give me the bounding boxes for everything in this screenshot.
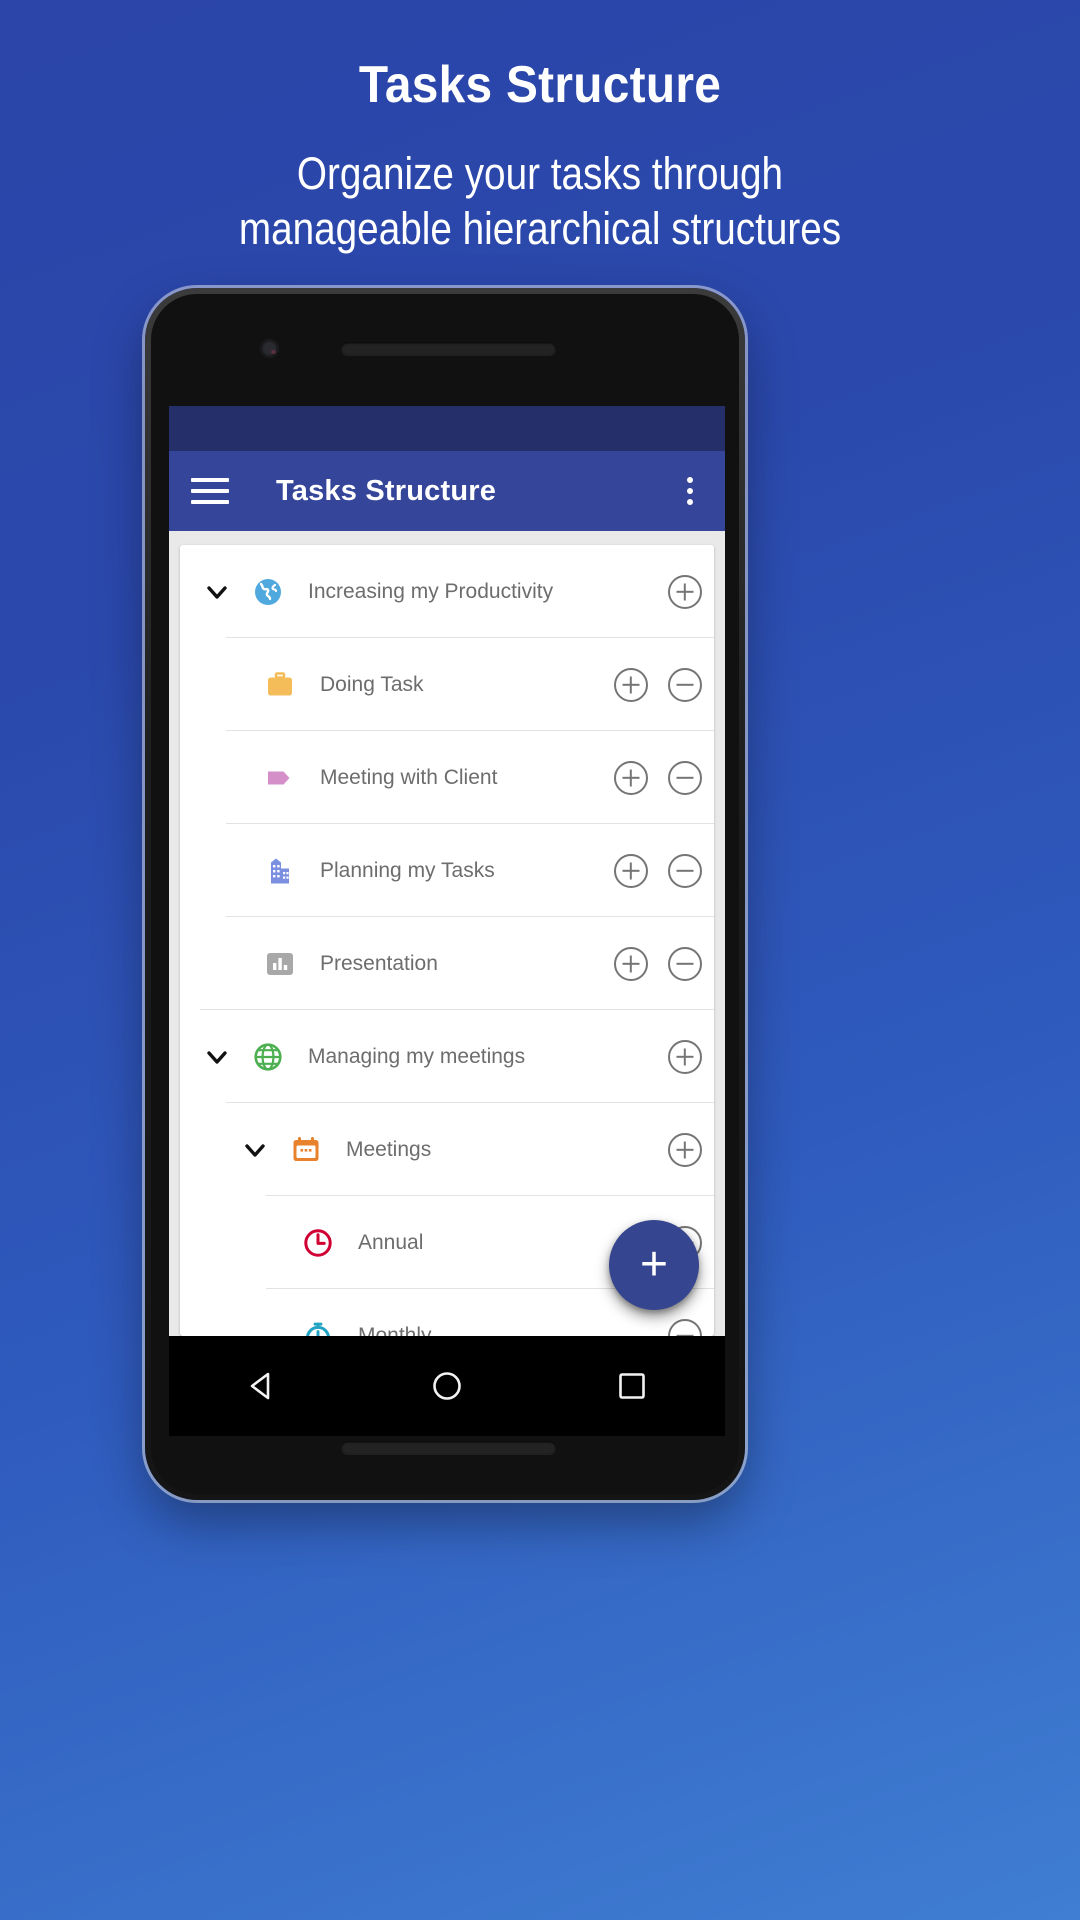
tree-row-label: Presentation: [320, 951, 438, 975]
tree-row[interactable]: Increasing my Productivity: [180, 545, 714, 638]
tree-row-label: Meetings: [346, 1137, 432, 1161]
add-child-icon[interactable]: [614, 853, 648, 888]
chevron-down-icon[interactable]: [202, 1042, 232, 1072]
remove-item-icon[interactable]: [668, 946, 702, 981]
office-building-icon: [260, 851, 300, 891]
home-circle-icon[interactable]: [402, 1356, 492, 1416]
tree-row-label: Monthly: [358, 1323, 432, 1337]
add-task-fab[interactable]: +: [609, 1220, 699, 1310]
promo-subtitle: Organize your tasks through manageable h…: [76, 147, 1005, 257]
briefcase-icon: [260, 665, 300, 705]
row-actions: [668, 1039, 702, 1074]
add-child-icon[interactable]: [668, 1039, 702, 1074]
tree-row-label: Doing Task: [320, 672, 424, 696]
promo-header: Tasks Structure Organize your tasks thro…: [0, 0, 1080, 257]
chevron-down-icon[interactable]: [202, 577, 232, 607]
row-actions: [668, 1132, 702, 1167]
globe-americas-icon: [248, 572, 288, 612]
tasks-tree-card: Increasing my Productivity Doing Task Mee…: [180, 545, 714, 1336]
tasks-tree-list: Increasing my Productivity Doing Task Mee…: [180, 545, 714, 1336]
stopwatch-icon: [298, 1316, 338, 1336]
bar-chart-icon: [260, 944, 300, 984]
row-actions: [614, 853, 702, 888]
add-child-icon[interactable]: [614, 760, 648, 795]
tag-label-icon: [260, 758, 300, 798]
tree-row[interactable]: Meeting with Client: [180, 731, 714, 824]
bottom-speaker: [341, 1441, 556, 1454]
clock-icon: [298, 1223, 338, 1263]
remove-item-icon[interactable]: [668, 853, 702, 888]
page-title: Tasks Structure: [358, 56, 722, 114]
phone-mockup: Tasks Structure Increasing my Productivi…: [145, 288, 745, 1500]
tree-row[interactable]: Planning my Tasks: [180, 824, 714, 917]
tree-row[interactable]: Presentation: [180, 917, 714, 1010]
front-camera-icon: [261, 340, 278, 357]
phone-body: Tasks Structure Increasing my Productivi…: [151, 294, 739, 1494]
tree-row[interactable]: Doing Task: [180, 638, 714, 731]
remove-item-icon[interactable]: [668, 667, 702, 702]
calendar-icon: [286, 1130, 326, 1170]
add-child-icon[interactable]: [614, 946, 648, 981]
row-actions: [668, 1318, 702, 1336]
remove-item-icon[interactable]: [668, 760, 702, 795]
status-bar: [169, 406, 725, 451]
phone-screen: Tasks Structure Increasing my Productivi…: [169, 406, 725, 1336]
app-toolbar: Tasks Structure: [169, 451, 725, 531]
row-actions: [614, 667, 702, 702]
add-child-icon[interactable]: [668, 1132, 702, 1167]
promo-subtitle-line-1: Organize your tasks through: [296, 148, 784, 199]
recents-square-icon[interactable]: [587, 1356, 677, 1416]
back-triangle-icon[interactable]: [217, 1356, 307, 1416]
globe-grid-icon: [248, 1037, 288, 1077]
remove-item-icon[interactable]: [668, 1318, 702, 1336]
content-area: Increasing my Productivity Doing Task Mee…: [169, 531, 725, 1336]
add-child-icon[interactable]: [668, 574, 702, 609]
tree-row-label: Managing my meetings: [308, 1044, 526, 1068]
promo-subtitle-line-2: manageable hierarchical structures: [238, 202, 842, 254]
more-vertical-icon[interactable]: [681, 471, 699, 511]
toolbar-title: Tasks Structure: [276, 474, 497, 507]
tree-row-label: Planning my Tasks: [320, 858, 495, 882]
android-navigation-bar: [169, 1336, 725, 1436]
row-actions: [614, 946, 702, 981]
row-actions: [668, 574, 702, 609]
row-actions: [614, 760, 702, 795]
tree-row[interactable]: Meetings: [180, 1103, 714, 1196]
hamburger-menu-icon[interactable]: [191, 478, 229, 504]
tree-row-label: Increasing my Productivity: [308, 579, 554, 603]
chevron-down-icon[interactable]: [240, 1135, 270, 1165]
earpiece-speaker: [341, 342, 556, 355]
plus-icon: +: [639, 1238, 669, 1291]
tree-row[interactable]: Managing my meetings: [180, 1010, 714, 1103]
add-child-icon[interactable]: [614, 667, 648, 702]
tree-row-label: Meeting with Client: [320, 765, 498, 789]
